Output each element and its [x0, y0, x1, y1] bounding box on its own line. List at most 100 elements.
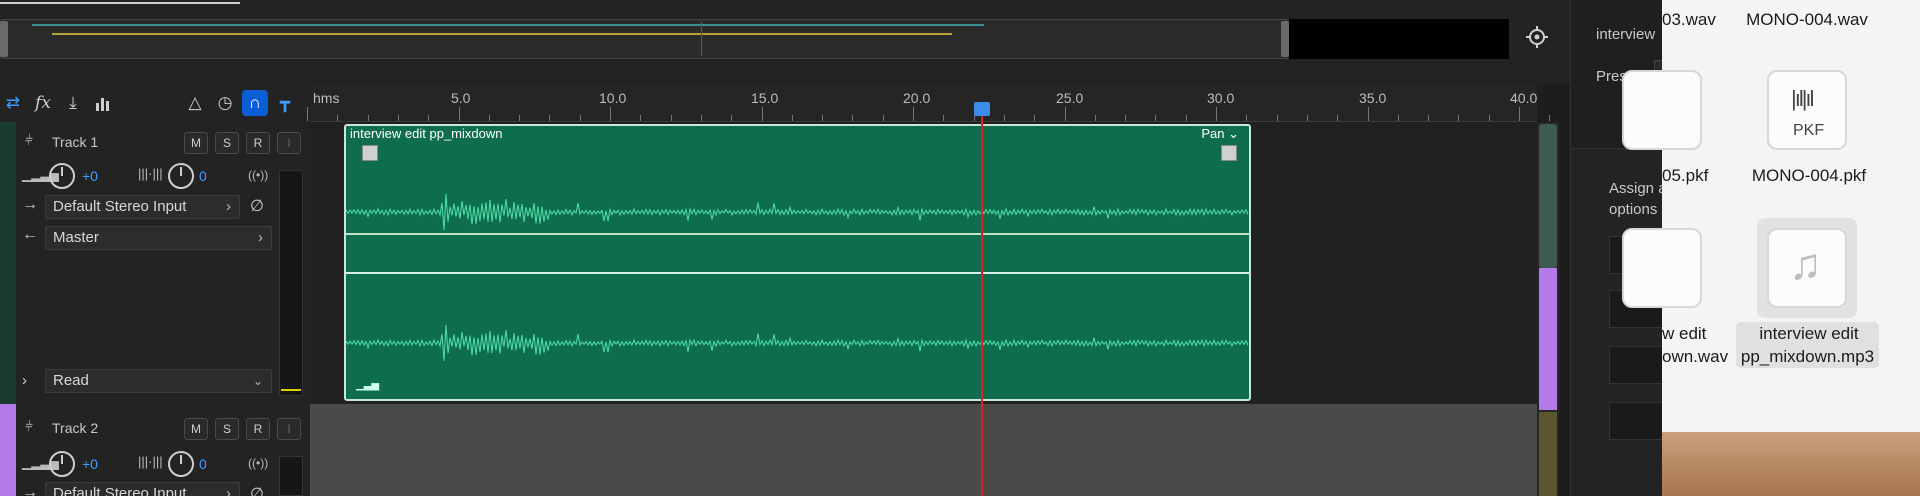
- ruler-tick: [791, 115, 793, 121]
- record-arm-button[interactable]: R: [246, 418, 270, 440]
- panel-field[interactable]: [1609, 346, 1663, 384]
- meter-icon[interactable]: [90, 90, 116, 116]
- solo-button[interactable]: S: [215, 418, 239, 440]
- mute-button[interactable]: M: [184, 132, 208, 154]
- pan-label-text: Pan: [1201, 126, 1225, 141]
- ruler-tick: [731, 115, 733, 121]
- metronome-icon[interactable]: △: [182, 90, 208, 116]
- panel-field[interactable]: [1609, 402, 1663, 440]
- automation-mode-label: Read: [53, 372, 89, 389]
- record-arm-button[interactable]: R: [246, 132, 270, 154]
- ruler-tick: [1306, 115, 1308, 121]
- pan-value[interactable]: 0: [199, 456, 207, 472]
- ruler-tick: [1216, 107, 1217, 121]
- waveform-path: [346, 324, 1249, 362]
- output-select[interactable]: Master ›: [45, 226, 272, 250]
- waveform-left: [346, 193, 1249, 231]
- ruler-tick-label: 35.0: [1359, 90, 1387, 106]
- playhead[interactable]: [981, 104, 983, 496]
- playhead-handle[interactable]: [974, 102, 990, 116]
- stereo-width-icon[interactable]: ((•)): [248, 456, 268, 470]
- mute-button[interactable]: M: [184, 418, 208, 440]
- input-select[interactable]: Default Stereo Input ›: [45, 195, 240, 219]
- track-stereo-icon: ⫩: [25, 132, 34, 148]
- file-name-line[interactable]: own.wav: [1662, 347, 1728, 367]
- file-name-line[interactable]: w edit: [1662, 324, 1706, 344]
- ruler-tick: [1155, 115, 1157, 121]
- ruler-tick: [1064, 107, 1066, 121]
- pkf-file-icon[interactable]: |ıl|ıl PKF: [1767, 70, 1847, 150]
- desktop-wallpaper: [1662, 432, 1920, 496]
- phase-invert-icon[interactable]: ∅: [250, 484, 264, 496]
- loop-icon[interactable]: ⇄: [0, 90, 26, 116]
- ruler-tick: [761, 107, 763, 121]
- merge-icon[interactable]: ⤓: [60, 90, 86, 116]
- assign-label: Assign a: [1609, 180, 1667, 197]
- track-level-meter: [279, 170, 303, 396]
- zoom-icon[interactable]: [1526, 26, 1550, 50]
- clip-volume-line[interactable]: [346, 233, 1249, 235]
- ruler-tick: [822, 115, 824, 121]
- ruler-tick: [1519, 107, 1520, 121]
- file-name-line: interview edit: [1759, 324, 1859, 343]
- file-name[interactable]: MONO-004.pkf: [1744, 166, 1874, 186]
- pan-knob[interactable]: [168, 451, 194, 477]
- volume-knob[interactable]: [49, 163, 75, 189]
- automation-mode-select[interactable]: Read ⌄: [45, 369, 272, 393]
- overview-left-handle[interactable]: [0, 21, 8, 57]
- track-lane-2[interactable]: [310, 404, 1537, 496]
- input-select[interactable]: Default Stereo Input ›: [45, 482, 240, 496]
- overview-right-handle[interactable]: [1281, 21, 1289, 57]
- ruler-tick-label: 30.0: [1207, 90, 1235, 106]
- audio-clip[interactable]: interview edit pp_mixdown Pan ⌄ ▁▃▅: [344, 124, 1251, 401]
- track-level-meter: [279, 456, 303, 496]
- scroll-track-segment-2: [1539, 412, 1557, 496]
- marker-icon[interactable]: ┳: [272, 90, 298, 116]
- volume-value[interactable]: +0: [82, 456, 98, 472]
- scroll-thumb[interactable]: [1539, 268, 1557, 410]
- meter-peak: [281, 389, 301, 391]
- ruler-tick: [1034, 115, 1036, 121]
- volume-knob[interactable]: [49, 451, 75, 477]
- ruler-tick: [1458, 115, 1460, 121]
- audio-file-icon[interactable]: [1622, 228, 1702, 308]
- pan-knob[interactable]: [168, 163, 194, 189]
- overview-track-line-2: [52, 33, 952, 35]
- overview-top-line: [0, 2, 240, 4]
- volume-value[interactable]: +0: [82, 168, 98, 184]
- expand-chevron-icon[interactable]: ›: [22, 372, 27, 389]
- time-ruler[interactable]: hms 5.0 10.0 15.0 20.0 25.0 30.0 35.0 40…: [307, 84, 1551, 122]
- ruler-tick: [1246, 115, 1248, 121]
- clip-pan-label[interactable]: Pan ⌄: [1201, 126, 1239, 142]
- input-monitor-button[interactable]: I: [277, 418, 301, 440]
- fade-out-handle[interactable]: [1221, 145, 1237, 161]
- file-name[interactable]: MONO-004.wav: [1742, 10, 1872, 30]
- ruler-tick: [882, 115, 884, 121]
- magnet-icon[interactable]: ∩: [242, 90, 268, 116]
- input-arrow-icon: →: [22, 484, 38, 496]
- solo-button[interactable]: S: [215, 132, 239, 154]
- overview-track-line-1: [32, 24, 984, 26]
- input-select-label: Default Stereo Input: [53, 485, 187, 496]
- ruler-tick: [458, 107, 460, 121]
- pan-value[interactable]: 0: [199, 168, 207, 184]
- file-name[interactable]: 05.pkf: [1662, 166, 1708, 186]
- track-color-strip-2: [0, 404, 16, 496]
- stereo-width-icon[interactable]: ((•)): [248, 168, 268, 182]
- editor-toolbar: ⇄ fx ⤓ △ ◷ ∩ ┳: [0, 84, 310, 122]
- track-name[interactable]: Track 1: [52, 134, 98, 150]
- music-note-icon: ♫: [1789, 240, 1822, 289]
- waveform-icon: |ıl|ıl: [1791, 86, 1814, 111]
- ruler-tick: [519, 115, 521, 121]
- phase-invert-icon[interactable]: ∅: [250, 196, 264, 216]
- vertical-scrollbar[interactable]: [1537, 122, 1559, 496]
- fade-in-handle[interactable]: [362, 145, 378, 161]
- input-monitor-button[interactable]: I: [277, 132, 301, 154]
- audio-file-icon[interactable]: ♫: [1767, 228, 1847, 308]
- pkf-file-icon[interactable]: [1622, 70, 1702, 150]
- track-name[interactable]: Track 2: [52, 420, 98, 436]
- snap-stopwatch-icon[interactable]: ◷: [212, 90, 238, 116]
- fx-icon[interactable]: fx: [30, 90, 56, 116]
- file-name[interactable]: 03.wav: [1662, 10, 1716, 30]
- ruler-tick: [700, 115, 702, 121]
